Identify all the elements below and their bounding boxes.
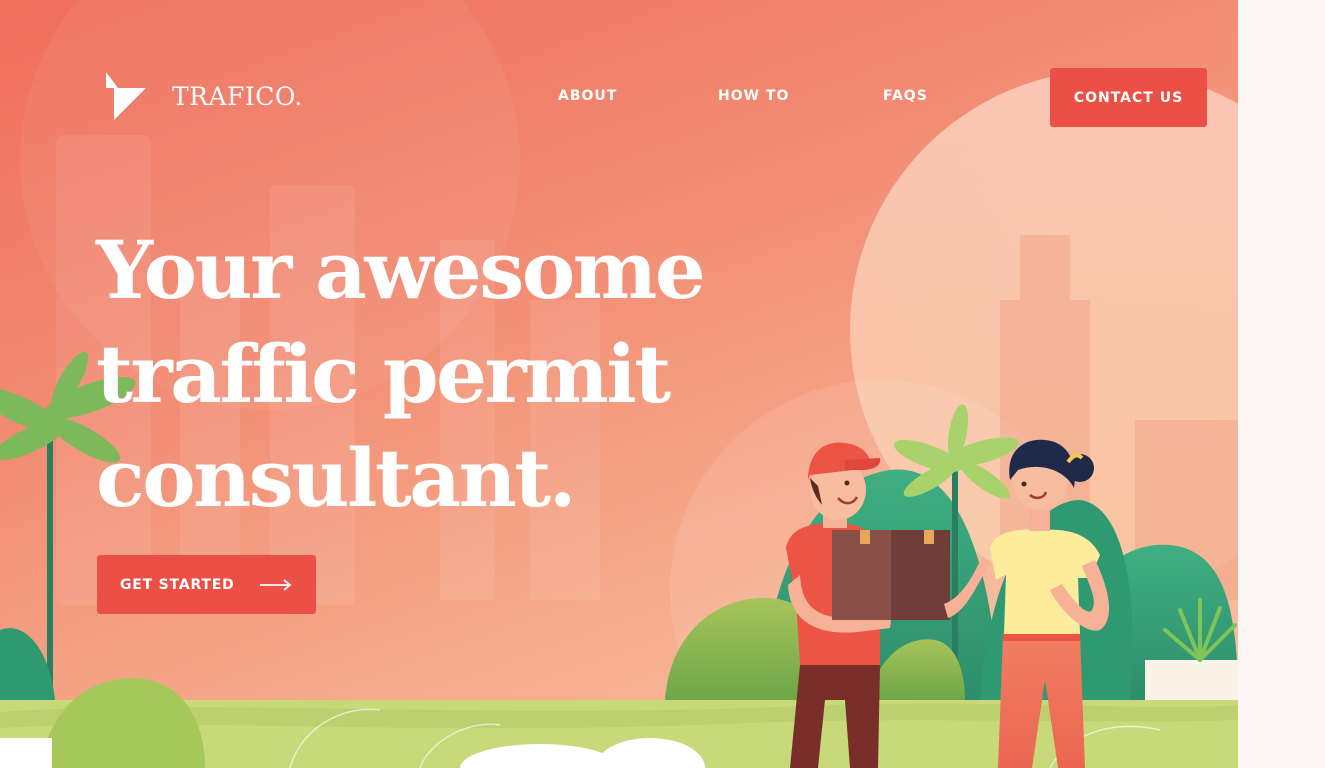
hero-section: TRAFICO. ABOUT HOW TO FAQS CONTACT US Yo… — [0, 0, 1238, 768]
hero-headline: Your awesome traffic permit consultant. — [96, 218, 796, 530]
headline-line: consultant. — [96, 431, 577, 525]
triangle-logo-icon — [106, 72, 146, 120]
headline-line: Your awesome — [96, 223, 706, 317]
nav-link-how-to[interactable]: HOW TO — [718, 88, 789, 104]
brand-name: TRAFICO. — [172, 81, 303, 111]
brand-logo[interactable]: TRAFICO. — [98, 72, 303, 120]
nav-link-about[interactable]: ABOUT — [558, 88, 617, 104]
get-started-label: GET STARTED — [120, 576, 235, 593]
side-panel — [1238, 0, 1325, 768]
arrow-right-icon — [259, 578, 291, 591]
contact-us-button[interactable]: CONTACT US — [1050, 68, 1207, 127]
landing-page: TRAFICO. ABOUT HOW TO FAQS CONTACT US Yo… — [0, 0, 1325, 768]
nav-link-faqs[interactable]: FAQS — [883, 88, 928, 104]
get-started-button[interactable]: GET STARTED — [97, 555, 316, 614]
headline-line: traffic permit — [96, 327, 671, 421]
